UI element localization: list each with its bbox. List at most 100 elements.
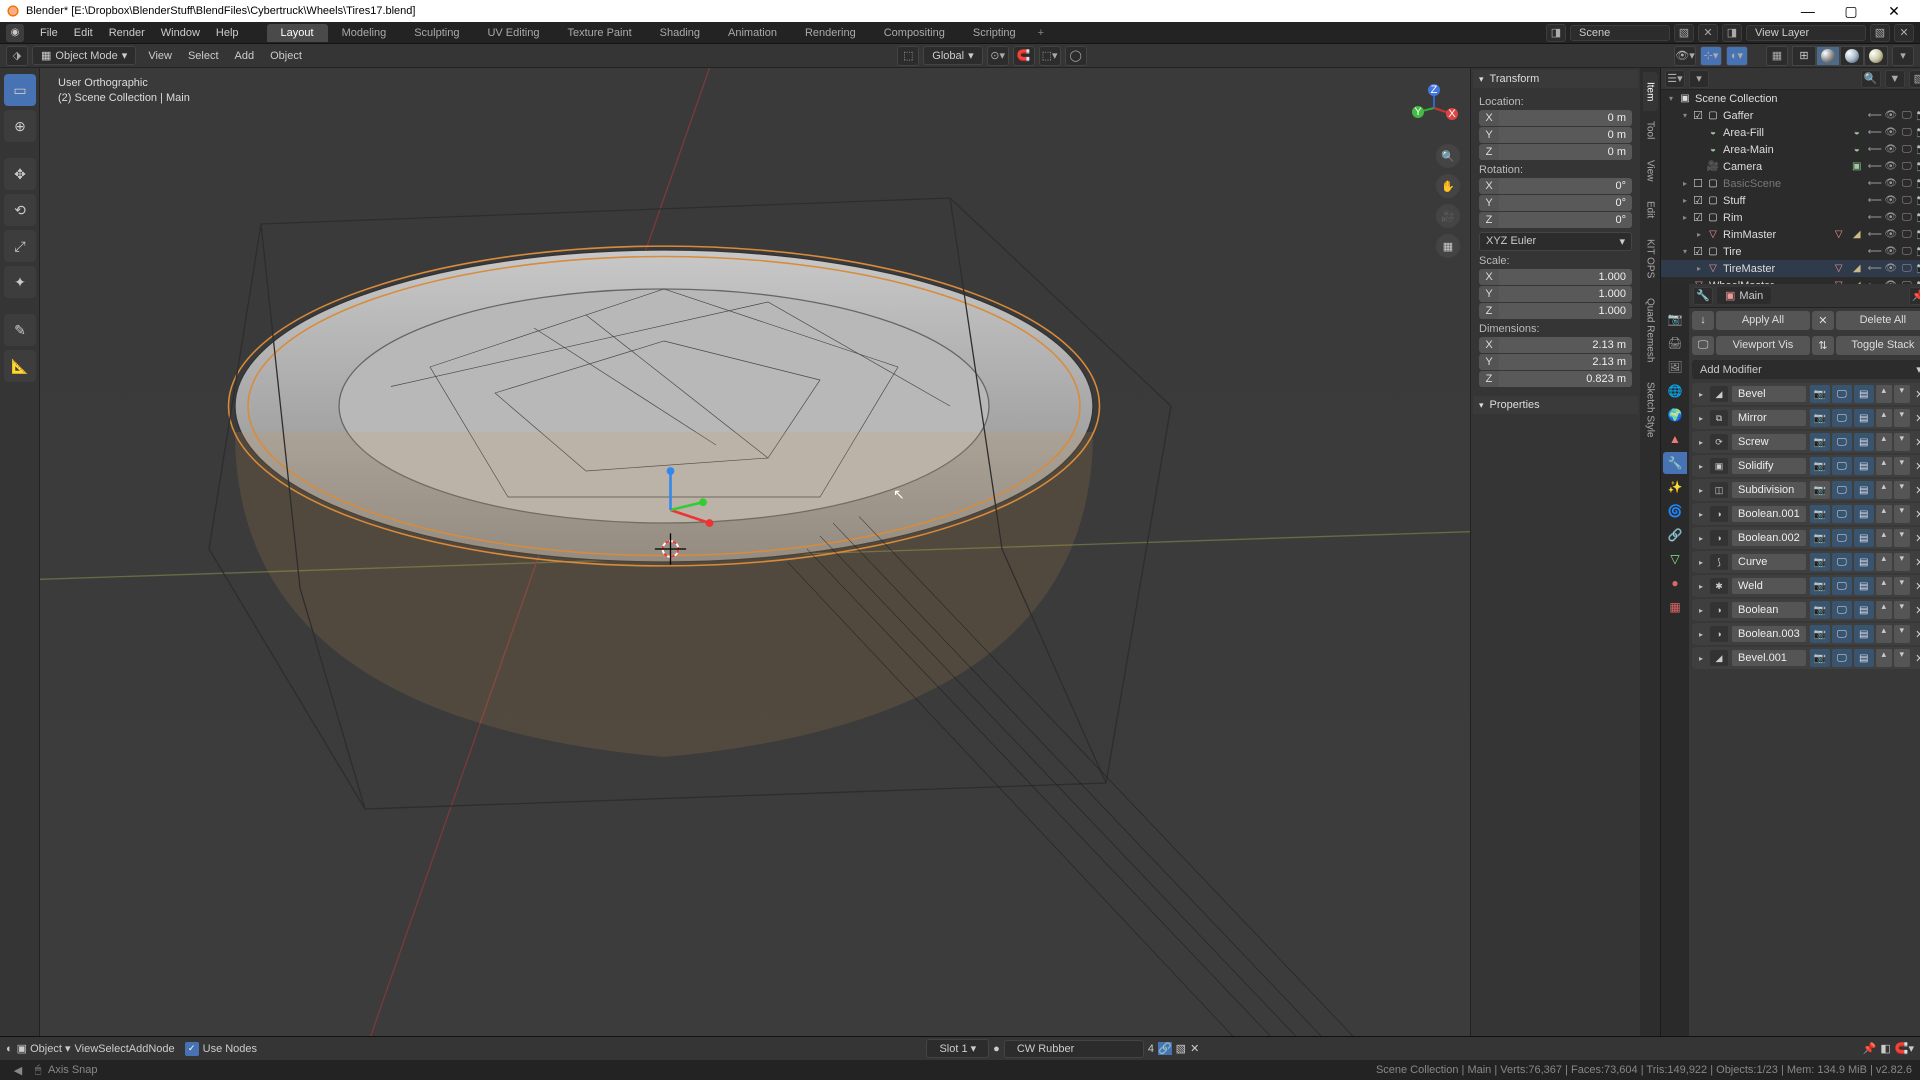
move-up-button[interactable]: ▴ — [1876, 649, 1892, 667]
hide-icon[interactable]: 👁 — [1883, 127, 1899, 138]
viewport-toggle[interactable]: 🖵 — [1832, 481, 1852, 499]
disable-icon[interactable]: 🖵 — [1899, 212, 1915, 223]
scale-y-field[interactable]: 1.000 — [1499, 286, 1632, 302]
expand-icon[interactable]: ▸ — [1694, 654, 1708, 663]
delete-all-icon[interactable]: ✕ — [1812, 311, 1834, 330]
disable-icon[interactable]: 🖵 — [1899, 263, 1915, 274]
collection-checkbox[interactable]: ☑ — [1691, 211, 1705, 224]
viewport-toggle[interactable]: 🖵 — [1832, 553, 1852, 571]
scene-tab[interactable]: 🌐 — [1663, 380, 1687, 402]
exclude-icon[interactable]: ⟵ — [1867, 229, 1883, 240]
modifier-mirror[interactable]: ▸⧉Mirror📷🖵▤▴▾✕ — [1692, 407, 1920, 429]
measure-tool[interactable]: 📐 — [4, 350, 36, 382]
nav-gizmo[interactable]: X Y Z — [1406, 80, 1462, 136]
render-toggle[interactable]: 📷 — [1810, 625, 1830, 643]
overlay-toggle[interactable]: ◐▾ — [1726, 46, 1748, 66]
editmode-toggle[interactable]: ▤ — [1854, 433, 1874, 451]
scene-browse-icon[interactable]: ◨ — [1546, 24, 1566, 42]
move-down-button[interactable]: ▾ — [1894, 457, 1910, 475]
pivot-dropdown[interactable]: ⊙▾ — [987, 46, 1009, 66]
viewlayer-new-button[interactable]: ▧ — [1870, 24, 1890, 42]
render-icon[interactable]: 📷 — [1915, 263, 1920, 274]
render-toggle[interactable]: 📷 — [1810, 481, 1830, 499]
material-unlink-button[interactable]: ✕ — [1190, 1042, 1199, 1055]
toggle-stack-button[interactable]: Toggle Stack — [1836, 336, 1920, 355]
modifier-name-field[interactable]: Boolean — [1732, 602, 1806, 618]
hide-icon[interactable]: 👁 — [1883, 246, 1899, 257]
modifier-bevel-001[interactable]: ▸◢Bevel.001📷🖵▤▴▾✕ — [1692, 647, 1920, 669]
move-down-button[interactable]: ▾ — [1894, 649, 1910, 667]
modifier-name-field[interactable]: Bevel.001 — [1732, 650, 1806, 666]
move-up-button[interactable]: ▴ — [1876, 601, 1892, 619]
modifier-boolean-003[interactable]: ▸◑Boolean.003📷🖵▤▴▾✕ — [1692, 623, 1920, 645]
scale-z-field[interactable]: 1.000 — [1499, 303, 1632, 319]
modifier-solidify[interactable]: ▸▣Solidify📷🖵▤▴▾✕ — [1692, 455, 1920, 477]
editmode-toggle[interactable]: ▤ — [1854, 577, 1874, 595]
shading-options-dropdown[interactable]: ▾ — [1892, 46, 1914, 66]
exclude-icon[interactable]: ⟵ — [1867, 212, 1883, 223]
expand-icon[interactable]: ▸ — [1694, 606, 1708, 615]
outliner-filter-dropdown[interactable]: ▼ — [1885, 70, 1905, 88]
editmode-toggle[interactable]: ▤ — [1854, 505, 1874, 523]
modifier-name-field[interactable]: Bevel — [1732, 386, 1806, 402]
modifier-screw[interactable]: ▸⟳Screw📷🖵▤▴▾✕ — [1692, 431, 1920, 453]
minimize-button[interactable]: — — [1788, 3, 1828, 19]
texture-tab[interactable]: ▦ — [1663, 596, 1687, 618]
editor-type-dropdown[interactable]: ⬗ — [6, 46, 28, 66]
vp-menu-select[interactable]: Select — [180, 48, 227, 64]
disable-icon[interactable]: 🖵 — [1899, 195, 1915, 206]
rotation-z-field[interactable]: 0° — [1499, 212, 1632, 228]
hide-icon[interactable]: 👁 — [1883, 110, 1899, 121]
expand-icon[interactable]: ▸ — [1694, 390, 1708, 399]
hide-icon[interactable]: 👁 — [1883, 178, 1899, 189]
modifier-name-field[interactable]: Screw — [1732, 434, 1806, 450]
workspace-tab-texture-paint[interactable]: Texture Paint — [553, 24, 645, 42]
disable-icon[interactable]: 🖵 — [1899, 178, 1915, 189]
proportional-toggle[interactable]: ◯ — [1065, 46, 1087, 66]
ntab-view[interactable]: View — [1643, 150, 1658, 192]
render-icon[interactable]: 📷 — [1915, 161, 1920, 172]
collection-checkbox[interactable]: ☐ — [1691, 177, 1705, 190]
outliner-item-tiremaster[interactable]: ▸▽TireMaster▽◢⟵👁🖵📷 — [1661, 260, 1920, 277]
scale-tool[interactable]: ⤢ — [4, 230, 36, 262]
hide-icon[interactable]: 👁 — [1883, 161, 1899, 172]
modifier-boolean-001[interactable]: ▸◑Boolean.001📷🖵▤▴▾✕ — [1692, 503, 1920, 525]
viewport-vis-icon[interactable]: 🖵 — [1692, 336, 1714, 355]
workspace-tab-animation[interactable]: Animation — [714, 24, 791, 42]
exclude-icon[interactable]: ⟵ — [1867, 110, 1883, 121]
dim-y-field[interactable]: 2.13 m — [1499, 354, 1632, 370]
render-toggle[interactable]: 📷 — [1810, 433, 1830, 451]
xray-toggle[interactable]: ▦ — [1766, 46, 1788, 66]
node-menu-node[interactable]: Node — [148, 1043, 174, 1055]
dim-z-field[interactable]: 0.823 m — [1499, 371, 1632, 387]
render-toggle[interactable]: 📷 — [1810, 409, 1830, 427]
outliner-root[interactable]: ▾▣Scene Collection — [1661, 90, 1920, 107]
workspace-tab-compositing[interactable]: Compositing — [870, 24, 959, 42]
vp-menu-view[interactable]: View — [140, 48, 180, 64]
expand-icon[interactable]: ▸ — [1694, 414, 1708, 423]
viewport-3d[interactable]: User Orthographic (2) Scene Collection |… — [40, 68, 1470, 1036]
render-icon[interactable]: 📷 — [1915, 144, 1920, 155]
delete-modifier-button[interactable]: ✕ — [1912, 604, 1920, 617]
viewlayer-delete-button[interactable]: ✕ — [1894, 24, 1914, 42]
delete-modifier-button[interactable]: ✕ — [1912, 388, 1920, 401]
ntab-quad-remesh[interactable]: Quad Remesh — [1643, 288, 1658, 372]
outliner-item-basicscene[interactable]: ▸☐▢BasicScene⟵👁🖵📷 — [1661, 175, 1920, 192]
workspace-tab-modeling[interactable]: Modeling — [328, 24, 401, 42]
material-slot-dropdown[interactable]: Slot 1 ▾ — [926, 1039, 989, 1058]
pin-icon[interactable]: 📌 — [1909, 287, 1920, 305]
modifier-name-field[interactable]: Boolean.001 — [1732, 506, 1806, 522]
outliner-item-wheelmaster[interactable]: ▸▽WheelMaster▽◢⟵👁🖵📷 — [1661, 277, 1920, 284]
viewlayer-browse-icon[interactable]: ◨ — [1722, 24, 1742, 42]
disable-icon[interactable]: 🖵 — [1899, 144, 1915, 155]
workspace-add-button[interactable]: + — [1030, 27, 1052, 39]
delete-modifier-button[interactable]: ✕ — [1912, 652, 1920, 665]
use-nodes-checkbox[interactable]: ✓ Use Nodes — [179, 1042, 263, 1056]
move-up-button[interactable]: ▴ — [1876, 577, 1892, 595]
object-tab[interactable]: ▲ — [1663, 428, 1687, 450]
disable-icon[interactable]: 🖵 — [1899, 161, 1915, 172]
expand-icon[interactable]: ▸ — [1694, 582, 1708, 591]
render-toggle[interactable]: 📷 — [1810, 457, 1830, 475]
outliner-item-rim[interactable]: ▸☑▢Rim⟵👁🖵📷 — [1661, 209, 1920, 226]
hide-icon[interactable]: 👁 — [1883, 263, 1899, 274]
